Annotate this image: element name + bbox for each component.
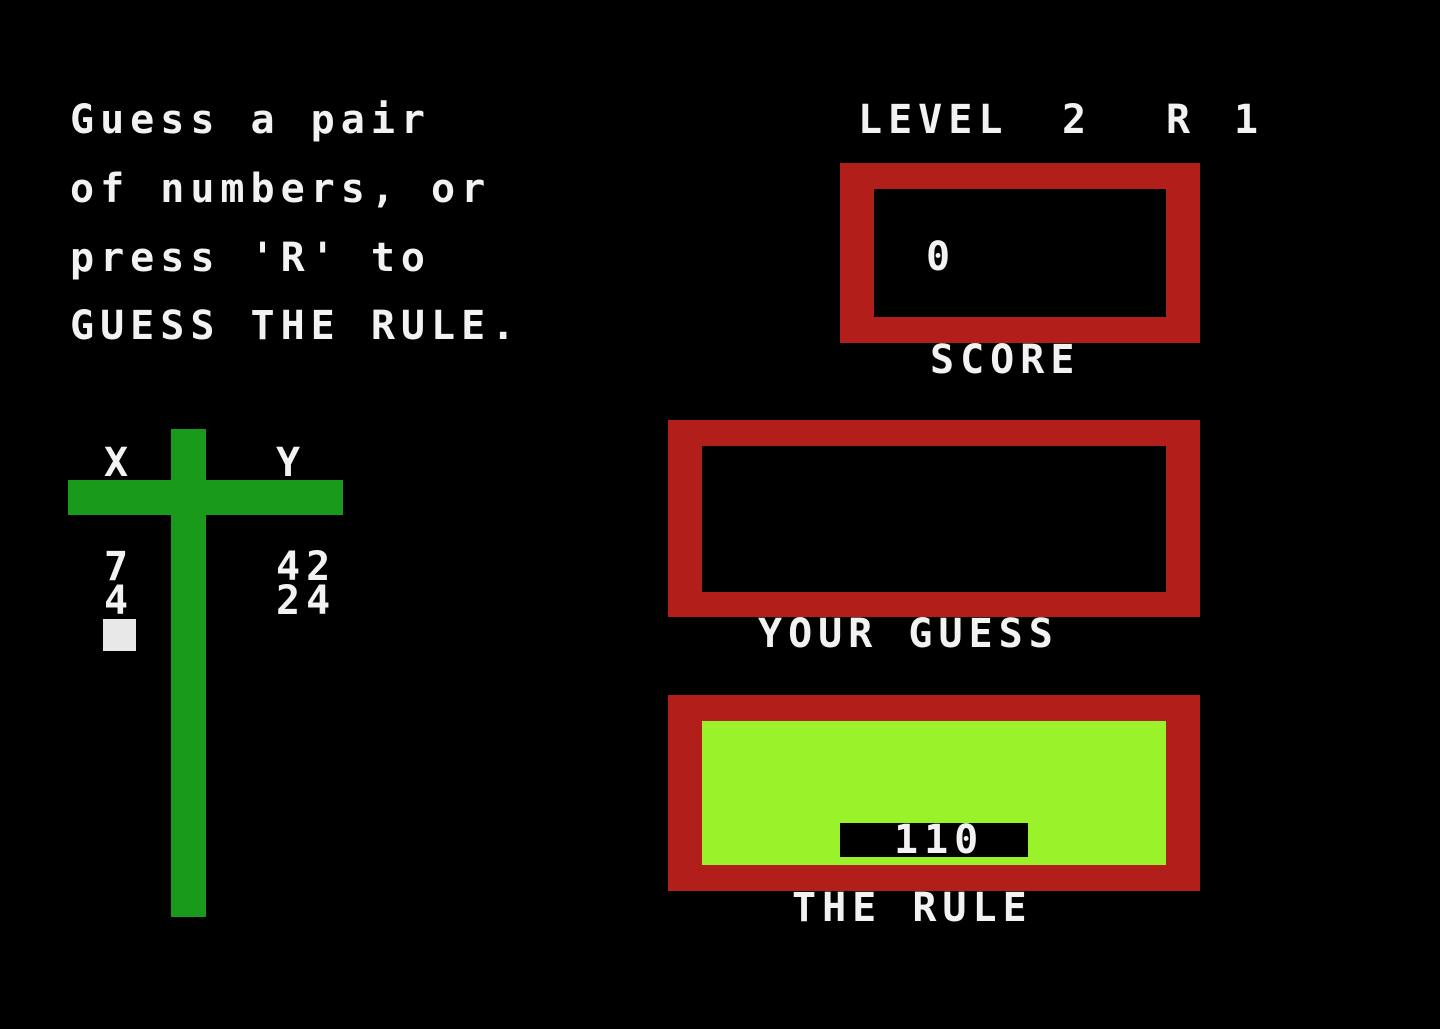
instruction-line-3: press 'R' to <box>70 235 431 281</box>
instruction-line-1: Guess a pair <box>70 97 431 143</box>
header-x: X <box>104 440 135 486</box>
score-box <box>840 163 1200 343</box>
row-y: 24 <box>276 578 337 624</box>
score-box-inner <box>874 189 1166 317</box>
level-value: 2 <box>1062 97 1093 143</box>
round-value: 1 <box>1234 97 1265 143</box>
guess-box <box>668 420 1200 617</box>
rule-label: THE RULE <box>792 885 1033 931</box>
round-label: R <box>1166 97 1197 143</box>
level-label: LEVEL <box>858 97 1009 143</box>
input-cursor[interactable] <box>103 619 136 651</box>
instruction-line-2: of numbers, or <box>70 166 492 212</box>
instruction-line-4: GUESS THE RULE. <box>70 303 522 349</box>
row-x: 4 <box>104 578 135 624</box>
rule-value: 110 <box>894 817 985 863</box>
guess-label: YOUR GUESS <box>758 611 1059 657</box>
header-y: Y <box>276 440 307 486</box>
score-label: SCORE <box>930 337 1081 383</box>
score-value: 0 <box>926 234 957 280</box>
guess-input[interactable] <box>702 446 1166 592</box>
